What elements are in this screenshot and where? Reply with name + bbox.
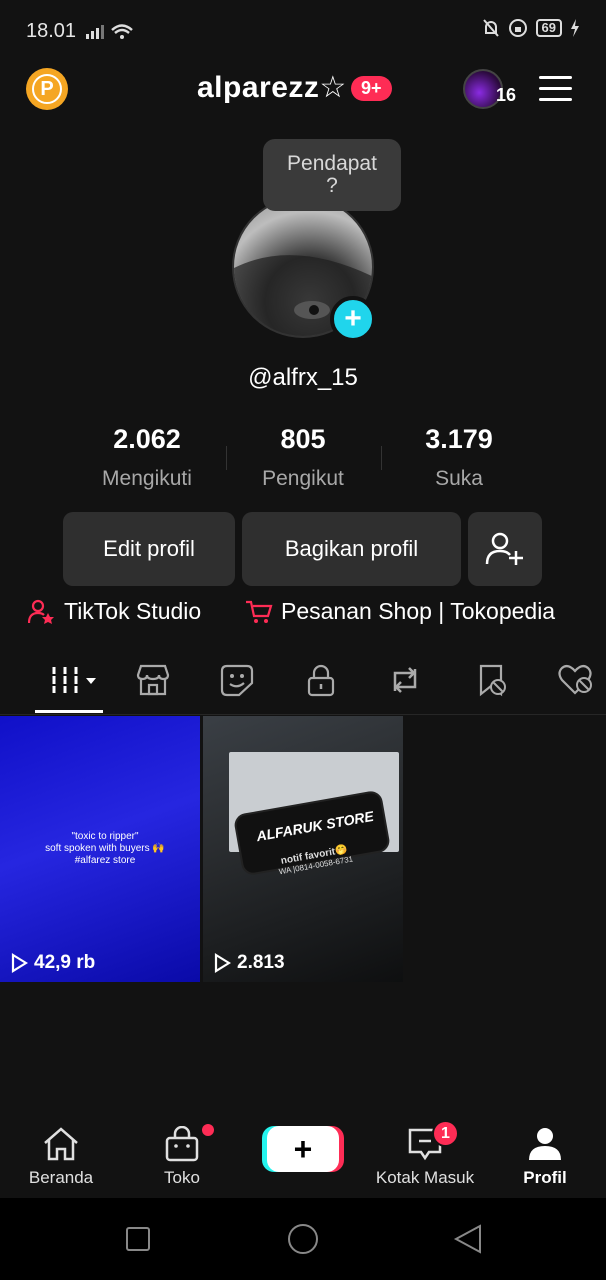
stat-followers[interactable]: 805 Pengikut [223,424,383,491]
tab-videos[interactable] [48,660,102,700]
tab-shop[interactable] [133,660,173,700]
coin-button[interactable]: P [26,68,68,110]
nav-label: Kotak Masuk [375,1168,475,1187]
header-username[interactable]: alparezz☆ [197,70,347,105]
video-caption: "toxic to ripper" soft spoken with buyer… [45,831,165,866]
home-button-icon [288,1224,318,1254]
nav-label: Beranda [28,1168,94,1187]
plus-icon: + [293,1130,313,1167]
view-count: 2.813 [213,952,285,974]
system-nav-icons [126,1224,481,1254]
tab-reposts[interactable] [385,660,425,700]
tab-liked[interactable] [555,660,595,700]
view-count-value: 42,9 rb [34,952,96,973]
heart-hidden-icon [558,664,592,695]
lock-rotation-icon [508,19,527,37]
play-icon [214,953,231,973]
avatar-count: 16 [496,85,517,105]
active-tab-indicator [35,710,103,713]
sticker-icon [220,664,254,697]
add-user-icon [485,532,523,565]
recents-icon [126,1227,150,1251]
status-time: 18.01 [26,20,77,42]
stat-label: Mengikuti [102,467,192,490]
menu-icon[interactable] [539,76,572,101]
lock-icon [307,664,335,697]
create-button[interactable]: + [267,1126,339,1172]
tiktok-studio-link[interactable]: TikTok Studio [28,598,201,625]
nav-label: Toko [164,1168,200,1187]
cart-icon [246,600,273,623]
store-icon [136,664,170,696]
stat-value: 2.062 [113,424,181,454]
stat-value: 805 [280,424,326,454]
add-story-button[interactable]: + [330,296,376,342]
studio-label: TikTok Studio [64,598,202,624]
mute-bell-icon [482,19,499,37]
shop-orders-link[interactable]: Pesanan Shop | Tokopedia [245,598,555,625]
profile-handle: @alfrx_15 [248,364,358,391]
profile-icon [529,1128,561,1160]
shop-orders-label: Pesanan Shop | Tokopedia [281,598,556,624]
edit-profile-button[interactable]: Edit profil [63,512,235,586]
tab-stickers[interactable] [217,660,257,700]
add-friend-button[interactable] [468,512,542,586]
grid-icon [50,667,96,693]
back-icon [453,1224,481,1254]
studio-icon [28,599,54,624]
nav-home[interactable]: Beranda [6,1126,116,1188]
status-icons: 69 [482,18,580,38]
signal-wifi-icon [86,24,133,39]
nav-inbox[interactable]: Kotak Masuk [369,1126,481,1188]
stat-label: Pengikut [262,467,344,490]
tooltip-text: Pendapat ? [287,152,377,197]
stat-label: Suka [435,467,483,490]
shop-notification-dot [202,1124,214,1136]
play-icon [11,953,28,973]
share-profile-button[interactable]: Bagikan profil [242,512,461,586]
tab-private[interactable] [301,660,341,700]
repost-icon [393,667,417,693]
charging-icon [571,19,579,37]
video-thumbnail[interactable]: "toxic to ripper" soft spoken with buyer… [0,716,200,982]
battery-indicator: 69 [535,19,562,37]
system-navigation-bar [0,1198,606,1280]
nav-shop[interactable]: Toko [127,1126,237,1188]
nav-profile[interactable]: Profil [490,1126,600,1188]
video-thumbnail[interactable]: ALFARUK STORE notif favorit🤭 WA |0814-00… [203,716,403,982]
tab-favorites[interactable] [471,660,511,700]
opinion-tooltip[interactable]: Pendapat ? [263,139,401,211]
stat-likes[interactable]: 3.179 Suka [379,424,539,491]
inbox-badge: 1 [432,1120,459,1147]
stat-value: 3.179 [425,424,493,454]
notifications-badge: 9+ [351,76,392,101]
stat-following[interactable]: 2.062 Mengikuti [67,424,227,491]
bookmark-hidden-icon [479,664,506,697]
home-icon [44,1127,78,1161]
shop-bag-icon [165,1126,199,1162]
nav-label: Profil [523,1168,567,1187]
tabs-divider [0,714,606,715]
view-count-value: 2.813 [237,952,285,973]
coin-icon: P [32,74,62,104]
view-count: 42,9 rb [10,952,95,974]
